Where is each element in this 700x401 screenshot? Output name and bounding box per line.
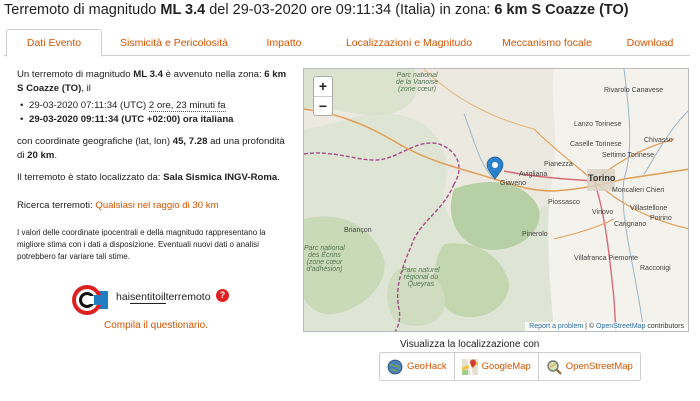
visualize-label: Visualizza la localizzazione con: [400, 339, 540, 350]
globe-icon: [387, 359, 403, 374]
tab-bar: Dati Evento Sismicità e Pericolosità Imp…: [4, 29, 690, 57]
zoom-in-button[interactable]: +: [314, 77, 332, 96]
map-label-vinovo: Vinovo: [592, 209, 614, 216]
utc-time: 29-03-2020 07:11:34 (UTC) 2 ore, 23 minu…: [17, 99, 292, 113]
search-radius-link[interactable]: Qualsiasi nel raggio di 30 km: [95, 200, 218, 211]
map-attribution: Report a problem | © OpenStreetMap contr…: [525, 322, 688, 331]
hsit-logo-icon: [72, 285, 108, 315]
map-label-caselle: Caselle Torinese: [570, 141, 622, 148]
tab-sismicita[interactable]: Sismicità e Pericolosità: [112, 29, 236, 56]
event-map[interactable]: + − Parc national de la Vanoise (zone cœ…: [303, 68, 689, 332]
geohack-button[interactable]: GeoHack: [380, 353, 454, 380]
questionnaire-link[interactable]: Compila il questionario.: [104, 320, 208, 331]
tab-dati-evento[interactable]: Dati Evento: [6, 29, 102, 57]
page-title: Terremoto di magnitudo ML 3.4 del 29-03-…: [4, 2, 629, 18]
external-map-links: GeoHack GoogleMap OpenStreetMap: [379, 352, 641, 381]
map-label-piossasco: Piossasco: [548, 199, 580, 206]
map-label-carignano: Carignano: [614, 221, 647, 228]
map-label-avigliana: Avigliana: [519, 171, 548, 178]
zoom-out-button[interactable]: −: [314, 96, 332, 115]
map-label-pianezza: Pianezza: [544, 161, 573, 168]
map-label-queyras: Parc naturel régional du Queyras: [402, 267, 440, 288]
located-by: Il terremoto è stato localizzato da: Sal…: [17, 172, 280, 183]
map-label-villafranca: Villafranca Piemonte: [574, 255, 639, 262]
map-label-racconigi: Racconigi: [640, 265, 671, 272]
googlemap-button[interactable]: GoogleMap: [453, 353, 538, 380]
map-label-chieri: Chieri: [646, 187, 665, 194]
disclaimer-note: I valori delle coordinate ipocentrali e …: [17, 228, 266, 261]
map-label-rivarolo: Rivarolo Canavese: [604, 87, 664, 94]
report-problem-link[interactable]: Report a problem: [529, 323, 583, 330]
coordinates: con coordinate geografiche (lat, lon) 45…: [17, 136, 285, 161]
map-label-villastellone: Villastellone: [630, 205, 668, 212]
map-label-chivasso: Chivasso: [644, 137, 673, 144]
map-label-lanzo: Lanzo Torinese: [574, 121, 622, 128]
tab-download[interactable]: Download: [612, 29, 688, 56]
search-earthquakes: Ricerca terremoti: Qualsiasi nel raggio …: [17, 200, 219, 211]
map-label-giaveno: Giaveno: [500, 180, 527, 187]
tab-localizzazioni[interactable]: Localizzazioni e Magnitudo: [334, 29, 484, 56]
map-label-settimo: Settimo Torinese: [602, 152, 655, 159]
tab-meccanismo-focale[interactable]: Meccanismo focale: [492, 29, 602, 56]
google-maps-icon: [461, 358, 478, 375]
zoom-control: + −: [313, 76, 333, 116]
map-label-torino: Torino: [588, 173, 616, 183]
map-label-pinerolo: Pinerolo: [522, 231, 548, 238]
event-details: Un terremoto di magnitudo ML 3.4 è avven…: [17, 68, 292, 263]
map-label-poirino: Poirino: [650, 215, 672, 222]
map-label-vanoise: Parc national de la Vanoise (zone cœur): [396, 72, 439, 93]
hsit-text: haisentitoilterremoto: [116, 291, 211, 304]
osm-attribution-link[interactable]: OpenStreetMap: [596, 323, 645, 330]
openstreetmap-button[interactable]: OpenStreetMap: [537, 353, 640, 380]
magnifier-map-icon: [547, 359, 562, 375]
map-label-moncalieri: Moncalieri: [612, 187, 644, 194]
question-icon: ?: [216, 289, 229, 302]
event-intro: Un terremoto di magnitudo ML 3.4 è avven…: [17, 69, 287, 94]
map-canvas: [304, 69, 688, 331]
local-time: 29-03-2020 09:11:34 (UTC +02:00) ora ita…: [17, 113, 292, 127]
utc-ago: 2 ore, 23 minuti fa: [148, 100, 226, 112]
map-label-ecrins: Parc national des Écrins (zone cœur d'ad…: [304, 245, 345, 273]
map-label-briancon: Briançon: [344, 227, 372, 234]
hsit-banner[interactable]: haisentitoilterremoto ?: [72, 283, 232, 317]
tab-impatto[interactable]: Impatto: [244, 29, 324, 56]
